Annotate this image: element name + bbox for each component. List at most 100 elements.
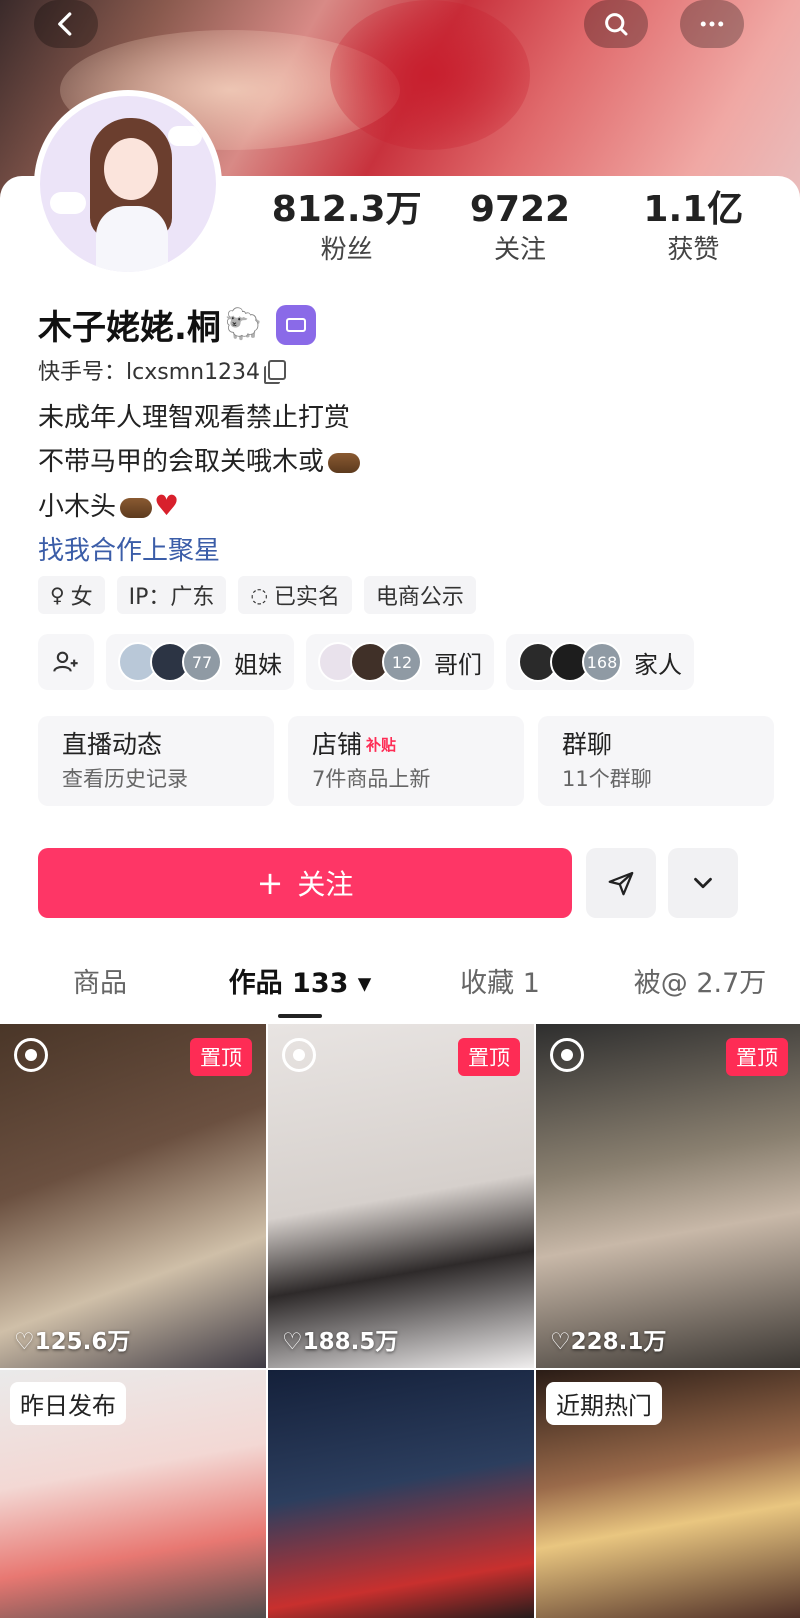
copy-icon[interactable]	[264, 360, 287, 384]
tab-works[interactable]: 作品 133 ▾	[200, 956, 400, 1020]
stat-fans[interactable]: 812.3万 粉丝	[260, 188, 433, 268]
heart-icon: ♥	[154, 489, 180, 522]
live-icon	[282, 1038, 316, 1072]
chevron-down-icon	[694, 877, 712, 889]
card-subtitle: 查看历史记录	[62, 767, 188, 791]
tag-label: IP：广东	[128, 585, 215, 610]
tag-label: 电商公示	[375, 585, 464, 610]
video-thumbnail[interactable]: 置顶 ♡188.5万	[268, 1024, 534, 1368]
avatar-face	[104, 138, 158, 200]
avatar-body	[96, 206, 168, 272]
send-icon	[608, 871, 634, 896]
profile-stats: 812.3万 粉丝 9722 关注 1.1亿 获赞	[260, 188, 780, 268]
stat-following[interactable]: 9722 关注	[433, 188, 606, 268]
like-count: ♡188.5万	[282, 1329, 399, 1355]
bio-line: 不带马甲的会取关哦木或	[38, 447, 325, 477]
add-user-icon	[53, 651, 78, 672]
tag-gender: ♀ 女	[38, 576, 105, 614]
card-title: 店铺	[312, 730, 363, 759]
like-count: ♡228.1万	[550, 1329, 667, 1355]
pinned-badge: 置顶	[726, 1038, 788, 1076]
stat-value: 1.1亿	[643, 189, 744, 230]
bio-line: 未成年人理智观看禁止打赏	[38, 403, 351, 433]
stat-label: 关注	[493, 235, 546, 265]
video-thumbnail[interactable]: 昨日发布	[0, 1370, 266, 1618]
profile-bio: 未成年人理智观看禁止打赏 不带马甲的会取关哦木或 小木头 ♥ 找我合作上聚星	[38, 396, 361, 573]
group-brothers[interactable]: 12 哥们	[306, 634, 494, 690]
female-icon: ♀	[50, 583, 65, 607]
group-sisters[interactable]: 77 姐妹	[106, 634, 294, 690]
add-friend-button[interactable]	[38, 634, 94, 690]
stat-label: 获赞	[667, 235, 720, 265]
wood-log-icon	[328, 452, 361, 473]
pinned-badge: 置顶	[458, 1038, 520, 1076]
video-thumbnail[interactable]: 近期热门	[536, 1370, 800, 1618]
avatar[interactable]	[34, 90, 222, 278]
video-thumbnail[interactable]: 置顶 ♡228.1万	[536, 1024, 800, 1368]
kuaishou-id: 快手号：lcxsmn1234	[38, 360, 261, 385]
expand-button[interactable]	[668, 848, 738, 918]
content-tabs: 商品 作品 133 ▾ 收藏 1 被@ 2.7万	[0, 956, 800, 1020]
wood-log-icon	[120, 497, 153, 518]
verified-shield-icon: ◌	[250, 583, 268, 607]
cooperation-link[interactable]: 找我合作上聚星	[38, 529, 360, 573]
cover-photo-dress	[330, 0, 530, 150]
card-group-chat[interactable]: 群聊 11个群聊	[538, 716, 774, 806]
stat-likes[interactable]: 1.1亿 获赞	[607, 188, 780, 268]
member-count: 12	[382, 642, 422, 682]
kuaishou-id-row: 快手号：lcxsmn1234	[38, 354, 287, 386]
bio-line-row: 小木头 ♥	[38, 484, 360, 529]
feature-cards: 直播动态 查看历史记录 店铺 补贴 7件商品上新 群聊 11个群聊	[38, 716, 774, 806]
card-live-history[interactable]: 直播动态 查看历史记录	[38, 716, 274, 806]
video-grid: 置顶 ♡125.6万 置顶 ♡188.5万 置顶 ♡228.1万 昨日发布 近期…	[0, 1024, 800, 1618]
tab-favorites[interactable]: 收藏 1	[400, 956, 600, 1020]
profile-name: 木子姥姥.桐	[38, 308, 221, 348]
tag-label: 女	[70, 585, 93, 610]
more-button[interactable]	[680, 0, 744, 48]
fan-groups: 77 姐妹 12 哥们 168 家人	[38, 634, 694, 690]
video-thumbnail[interactable]: 置顶 ♡125.6万	[0, 1024, 266, 1368]
tag-label: 已实名	[273, 585, 340, 610]
stat-label: 粉丝	[320, 235, 373, 265]
tag-ecommerce[interactable]: 电商公示	[363, 576, 476, 614]
group-label: 姐妹	[234, 650, 282, 679]
member-count: 77	[182, 642, 222, 682]
card-subtitle: 7件商品上新	[312, 767, 431, 791]
follow-label: 关注	[297, 868, 354, 901]
search-icon	[605, 13, 628, 36]
follow-button[interactable]: + 关注	[38, 848, 572, 918]
tab-mentions[interactable]: 被@ 2.7万	[600, 956, 800, 1020]
profile-tags: ♀ 女 IP：广东 ◌ 已实名 电商公示	[38, 576, 476, 614]
tag-verified[interactable]: ◌ 已实名	[238, 576, 352, 614]
card-subtitle: 11个群聊	[562, 767, 652, 791]
card-shop[interactable]: 店铺 补贴 7件商品上新	[288, 716, 524, 806]
group-label: 哥们	[434, 650, 482, 679]
tab-products[interactable]: 商品	[0, 956, 200, 1020]
live-icon	[550, 1038, 584, 1072]
sheep-icon: 🐑	[224, 307, 263, 342]
video-thumbnail[interactable]	[268, 1370, 534, 1618]
group-family[interactable]: 168 家人	[506, 634, 694, 690]
pinned-badge: 置顶	[190, 1038, 252, 1076]
profile-name-row: 木子姥姥.桐 🐑	[38, 300, 317, 349]
back-button[interactable]	[34, 0, 98, 48]
card-title-row: 店铺 补贴	[312, 728, 500, 762]
tag-ip: IP：广东	[116, 576, 227, 614]
cloud-icon	[50, 192, 86, 214]
group-label: 家人	[634, 650, 682, 679]
corner-label: 昨日发布	[10, 1382, 126, 1425]
creator-badge-icon[interactable]	[276, 304, 317, 345]
card-title: 直播动态	[62, 730, 163, 759]
subsidy-badge: 补贴	[366, 736, 397, 754]
search-button[interactable]	[584, 0, 648, 48]
chevron-left-icon	[58, 12, 72, 36]
share-button[interactable]	[586, 848, 656, 918]
cloud-icon	[168, 126, 202, 146]
plus-icon: +	[256, 864, 284, 902]
stat-value: 812.3万	[271, 189, 422, 230]
stat-value: 9722	[469, 189, 571, 230]
more-icon	[700, 21, 724, 27]
bio-line-row: 不带马甲的会取关哦木或	[38, 440, 361, 484]
like-count: ♡125.6万	[14, 1329, 131, 1355]
member-count: 168	[582, 642, 622, 682]
